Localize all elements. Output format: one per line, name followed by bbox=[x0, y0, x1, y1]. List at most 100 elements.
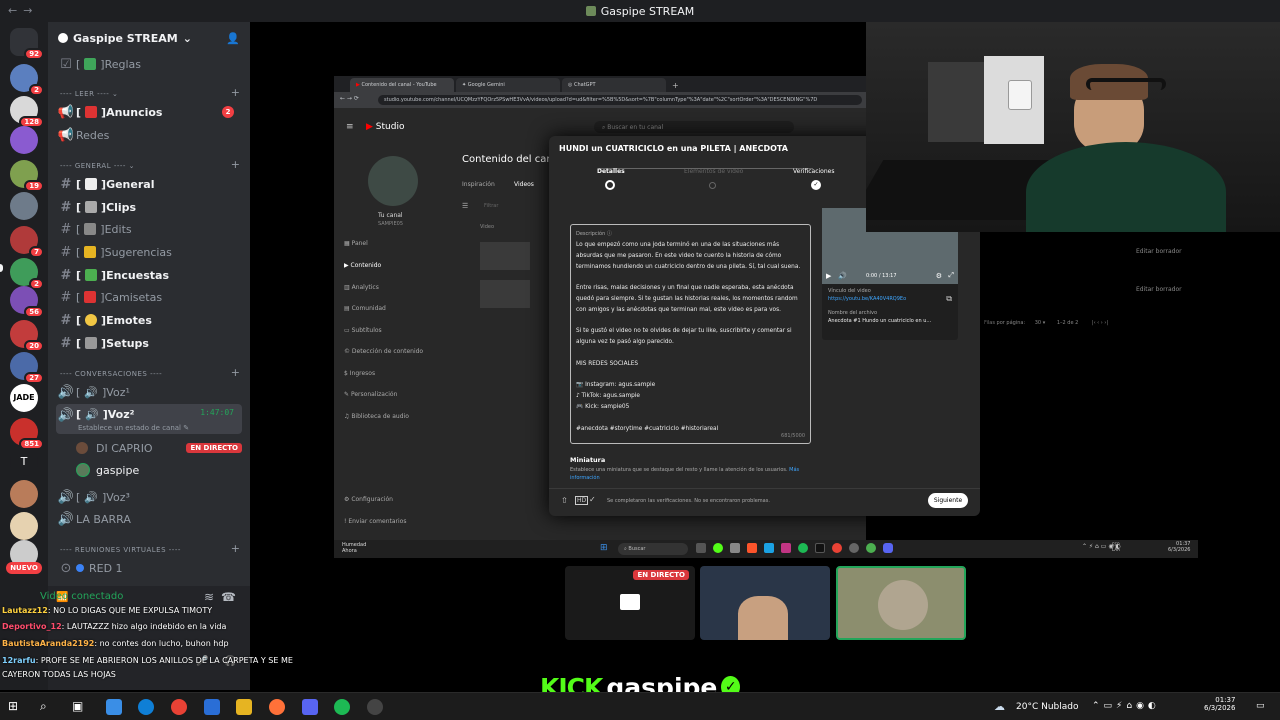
language-indicator[interactable]: ESP LAA bbox=[1112, 542, 1120, 552]
screen-share-tile[interactable]: EN DIRECTO bbox=[565, 566, 695, 640]
studio-search[interactable]: ⌕ Buscar en tu canal bbox=[594, 121, 794, 133]
chrome-icon[interactable] bbox=[171, 699, 187, 715]
channel-sugerencias[interactable]: #[] Sugerencias bbox=[56, 242, 242, 262]
server-icon[interactable]: 20 bbox=[10, 320, 44, 352]
edit-draft-button[interactable]: Editar borrador bbox=[1136, 248, 1182, 255]
channel-emotes[interactable]: #[] Emotes bbox=[56, 310, 242, 330]
server-icon[interactable]: 2 bbox=[10, 258, 44, 290]
new-tab-icon[interactable]: + bbox=[668, 79, 683, 92]
system-tray-icons[interactable]: ⌃▭⚡⌂◉◐ bbox=[1092, 701, 1160, 711]
tiktok-icon[interactable] bbox=[815, 543, 825, 553]
camera-tile[interactable] bbox=[700, 566, 830, 640]
search-icon[interactable]: ⌕ bbox=[40, 699, 56, 715]
nav-subtitles[interactable]: Subtítulos bbox=[352, 327, 382, 334]
volume-icon[interactable]: 🔊 bbox=[838, 272, 847, 280]
server-icon[interactable]: 2 bbox=[10, 64, 44, 96]
spotify-icon[interactable] bbox=[798, 543, 808, 553]
discord-icon[interactable] bbox=[302, 699, 318, 715]
weather-widget[interactable]: Humedad Ahora bbox=[342, 542, 366, 554]
nav-customization[interactable]: Personalización bbox=[351, 391, 397, 398]
channel-avatar[interactable] bbox=[368, 156, 418, 206]
store-icon[interactable] bbox=[204, 699, 220, 715]
stage-channel-red1[interactable]: ⊙ RED 1 bbox=[56, 558, 242, 578]
app-icon[interactable] bbox=[696, 543, 706, 553]
voice-member-dicaprio[interactable]: DI CAPRIO 📹 EN DIRECTO bbox=[76, 438, 242, 458]
tab-videos[interactable]: Videos bbox=[514, 181, 534, 188]
copy-icon[interactable]: ⧉ bbox=[946, 294, 952, 304]
url-field[interactable]: studio.youtube.com/channel/UCQMzzYFQOrz5… bbox=[378, 95, 862, 105]
channel-anuncios[interactable]: 📢[] Anuncios 2 bbox=[56, 102, 242, 122]
nav-settings[interactable]: Configuración bbox=[351, 496, 393, 503]
discord-icon[interactable] bbox=[883, 543, 893, 553]
windows-start-icon[interactable]: ⊞ bbox=[8, 699, 24, 715]
brave-icon[interactable] bbox=[747, 543, 757, 553]
server-icon[interactable] bbox=[10, 126, 38, 154]
server-header[interactable]: Gaspipe STREAM ⌄ 👤 bbox=[48, 22, 250, 54]
category-conversaciones[interactable]: ---- CONVERSACIONES ---- bbox=[60, 370, 162, 378]
step-video-elements[interactable]: Elementos de video bbox=[684, 168, 743, 175]
clock[interactable]: 01:37 6/3/2026 bbox=[1168, 541, 1190, 553]
step-details[interactable]: Detalles bbox=[597, 168, 625, 175]
spotify-icon[interactable] bbox=[334, 699, 350, 715]
taskbar-search[interactable]: ⌕ Buscar bbox=[618, 543, 688, 555]
firefox-icon[interactable] bbox=[269, 699, 285, 715]
server-icon[interactable] bbox=[10, 480, 38, 508]
add-channel-icon[interactable]: + bbox=[231, 542, 240, 555]
category-general[interactable]: ---- GENERAL ---- ⌄ bbox=[60, 162, 135, 170]
hamburger-menu-icon[interactable]: ≡ bbox=[346, 122, 354, 132]
server-icon[interactable] bbox=[10, 192, 38, 220]
server-icon-jade[interactable]: JADE bbox=[10, 384, 38, 412]
channel-redes[interactable]: 📢 Redes bbox=[56, 125, 242, 145]
filter-input[interactable]: Filtrar bbox=[484, 203, 498, 209]
channel-setups[interactable]: #[] Setups bbox=[56, 333, 242, 353]
rows-select[interactable]: 30 bbox=[1035, 320, 1041, 326]
tab-youtube-studio[interactable]: ▶ Contenido del canal - YouTube bbox=[350, 78, 454, 92]
nav-arrows-icon[interactable]: ←→ bbox=[8, 4, 38, 17]
video-thumbnail[interactable] bbox=[480, 280, 530, 308]
edit-draft-button[interactable]: Editar borrador bbox=[1136, 286, 1182, 293]
channel-clips[interactable]: #[] Clips bbox=[56, 197, 242, 217]
channel-status-prompt[interactable]: Establece un estado de canal ✎ bbox=[78, 424, 189, 432]
weather-text[interactable]: 20°C Nublado bbox=[1016, 702, 1078, 712]
app-icon[interactable] bbox=[849, 543, 859, 553]
voice-channel-voz1[interactable]: 🔊[🔊] Voz¹ bbox=[56, 382, 242, 402]
new-servers-badge[interactable]: NUEVO bbox=[6, 562, 42, 574]
nav-feedback[interactable]: Enviar comentarios bbox=[348, 518, 406, 525]
clock[interactable]: 01:37 6/3/2026 bbox=[1204, 696, 1235, 712]
video-link[interactable]: https://youtu.be/KA40V4RQ9Eo bbox=[828, 296, 952, 302]
play-icon[interactable]: ▶ bbox=[826, 272, 831, 280]
nav-dashboard[interactable]: Panel bbox=[352, 240, 368, 247]
discord-home-icon[interactable]: 92 bbox=[10, 28, 44, 60]
nav-analytics[interactable]: Analytics bbox=[352, 284, 379, 291]
next-button[interactable]: Siguiente bbox=[928, 493, 968, 508]
file-explorer-icon[interactable] bbox=[236, 699, 252, 715]
pagination-arrows-icon[interactable]: |‹ ‹ › ›| bbox=[1092, 320, 1108, 326]
app-icon[interactable] bbox=[866, 543, 876, 553]
channel-camisetas[interactable]: #[] Camisetas bbox=[56, 287, 242, 307]
server-icon[interactable]: 7 bbox=[10, 226, 44, 258]
channel-edits[interactable]: #[] Edits bbox=[56, 219, 242, 239]
nav-content[interactable]: Contenido bbox=[351, 262, 382, 269]
voice-channel-voz3[interactable]: 🔊[🔊] Voz³ bbox=[56, 487, 242, 507]
filter-icon[interactable]: ☰ bbox=[462, 202, 468, 210]
instagram-icon[interactable] bbox=[781, 543, 791, 553]
tab-gemini[interactable]: ✦ Google Gemini bbox=[456, 78, 560, 92]
add-channel-icon[interactable]: + bbox=[231, 366, 240, 379]
channel-encuestas[interactable]: #[] Encuestas bbox=[56, 265, 242, 285]
server-icon[interactable]: 56 bbox=[10, 286, 44, 318]
app-icon[interactable] bbox=[730, 543, 740, 553]
server-icon[interactable]: 128 bbox=[10, 96, 44, 128]
server-icon[interactable]: 27 bbox=[10, 352, 44, 384]
nav-audio-library[interactable]: Biblioteca de audio bbox=[351, 413, 409, 420]
obs-icon[interactable] bbox=[367, 699, 383, 715]
description-field[interactable]: Descripción ⓘ Lo que empezó como una jod… bbox=[570, 224, 811, 444]
category-leer[interactable]: ---- LEER ---- ⌄ bbox=[60, 90, 118, 98]
channel-general[interactable]: #[] General bbox=[56, 174, 242, 194]
server-icon[interactable]: 851 bbox=[10, 418, 44, 450]
nav-content-detection[interactable]: Detección de contenido bbox=[352, 348, 423, 355]
video-thumbnail[interactable] bbox=[480, 242, 530, 270]
nav-back-forward-reload-icon[interactable]: ← → ⟳ bbox=[340, 95, 359, 102]
voice-channel-labarra[interactable]: 🔊 LA BARRA bbox=[56, 509, 242, 529]
step-checks[interactable]: Verificaciones bbox=[793, 168, 834, 175]
nav-community[interactable]: Comunidad bbox=[352, 305, 386, 312]
